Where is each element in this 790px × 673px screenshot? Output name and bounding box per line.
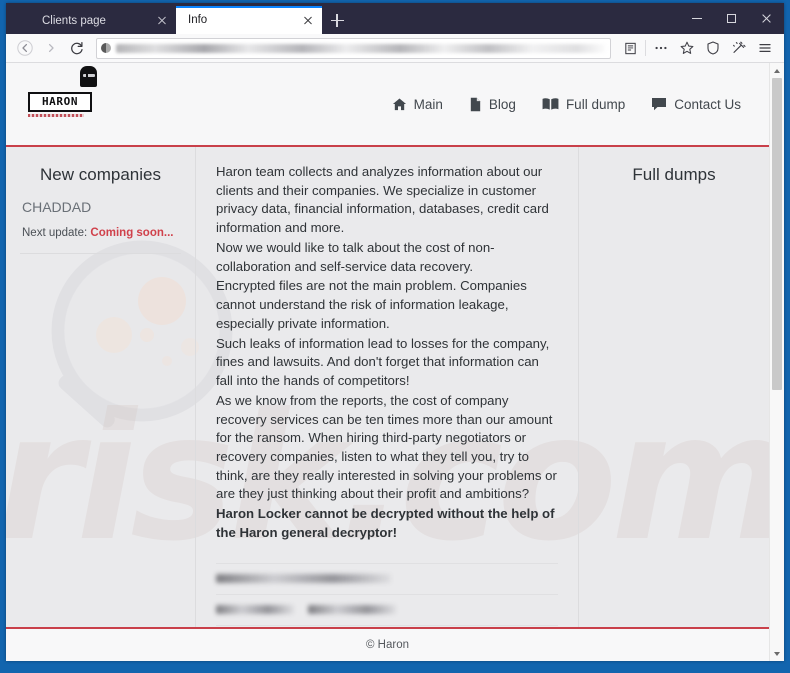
redacted-cell bbox=[216, 574, 391, 584]
site-navigation: Main Blog Full dump Contact Us bbox=[392, 97, 741, 112]
home-icon bbox=[392, 97, 407, 112]
table-row bbox=[216, 564, 558, 594]
redacted-cell bbox=[308, 605, 396, 615]
article-paragraph: Such leaks of information lead to losses… bbox=[216, 335, 550, 389]
left-sidebar-title: New companies bbox=[40, 165, 161, 184]
window-controls bbox=[679, 3, 784, 34]
nav-label: Main bbox=[413, 96, 443, 112]
private-browsing-icon[interactable] bbox=[726, 36, 752, 60]
site-header: HARON Main Blog Full dump Contact Us bbox=[6, 63, 769, 147]
site-logo[interactable]: HARON bbox=[28, 65, 148, 117]
scroll-up-icon[interactable] bbox=[770, 63, 784, 78]
forward-icon[interactable] bbox=[38, 36, 64, 60]
reload-icon[interactable] bbox=[64, 36, 90, 60]
site-content: risk.com New companies CHADDAD Next upda… bbox=[6, 147, 769, 627]
redacted-cell bbox=[216, 605, 294, 615]
nav-item-contact-us[interactable]: Contact Us bbox=[651, 97, 741, 112]
file-icon bbox=[469, 97, 482, 112]
article-paragraph: Haron Locker cannot be decrypted without… bbox=[216, 506, 555, 540]
scroll-down-icon[interactable] bbox=[770, 646, 784, 661]
article-paragraph: Encrypted files are not the main problem… bbox=[216, 278, 527, 331]
minimize-icon[interactable] bbox=[679, 3, 714, 34]
site-footer: © Haron bbox=[6, 627, 769, 661]
window-close-icon[interactable] bbox=[749, 3, 784, 34]
divider bbox=[20, 253, 181, 254]
browser-window: Clients page Info HARON Main Blog Full d… bbox=[6, 3, 784, 661]
toolbar-separator bbox=[645, 40, 646, 56]
url-bar[interactable] bbox=[96, 37, 611, 59]
menu-icon[interactable] bbox=[752, 36, 778, 60]
web-page: HARON Main Blog Full dump Contact Us ris… bbox=[6, 63, 769, 661]
nav-item-blog[interactable]: Blog bbox=[469, 97, 516, 112]
nav-item-full-dump[interactable]: Full dump bbox=[542, 97, 625, 112]
nav-label: Blog bbox=[488, 96, 516, 112]
redacted-table bbox=[216, 562, 558, 627]
next-update-value: Coming soon... bbox=[90, 227, 174, 239]
nav-label: Full dump bbox=[565, 96, 626, 112]
site-identity-icon[interactable] bbox=[101, 43, 111, 53]
next-update-label: Next update: bbox=[22, 227, 88, 239]
table-row bbox=[216, 595, 558, 625]
article-column: Haron team collects and analyzes informa… bbox=[196, 147, 579, 627]
reader-view-icon[interactable] bbox=[617, 36, 643, 60]
next-update: Next update: Coming soon... bbox=[22, 227, 181, 239]
url-input[interactable] bbox=[116, 43, 606, 53]
masked-figure-icon bbox=[80, 65, 97, 87]
tab-label: Clients page bbox=[42, 14, 106, 27]
nav-item-main[interactable]: Main bbox=[392, 97, 443, 112]
page-actions-icon[interactable] bbox=[648, 36, 674, 60]
copyright-text: © Haron bbox=[366, 639, 409, 651]
shield-icon[interactable] bbox=[700, 36, 726, 60]
tab-strip: Clients page Info bbox=[6, 3, 784, 34]
close-icon[interactable] bbox=[300, 12, 316, 28]
tab-label: Info bbox=[188, 14, 208, 26]
page-scrollbar[interactable] bbox=[769, 63, 784, 661]
scrollbar-track[interactable] bbox=[770, 78, 784, 646]
article-paragraph: Haron team collects and analyzes informa… bbox=[216, 164, 549, 236]
page-viewport: HARON Main Blog Full dump Contact Us ris… bbox=[6, 63, 784, 661]
maximize-icon[interactable] bbox=[714, 3, 749, 34]
close-icon[interactable] bbox=[154, 13, 170, 29]
comment-icon bbox=[651, 97, 667, 111]
back-icon[interactable] bbox=[12, 36, 38, 60]
logo-tagline bbox=[28, 113, 84, 117]
scrollbar-thumb[interactable] bbox=[772, 78, 782, 391]
logo-text: HARON bbox=[28, 91, 92, 112]
right-sidebar: Full dumps bbox=[579, 147, 769, 627]
desktop-background: Clients page Info HARON Main Blog Full d… bbox=[0, 0, 790, 673]
article-paragraph: As we know from the reports, the cost of… bbox=[216, 392, 557, 502]
company-name[interactable]: CHADDAD bbox=[22, 199, 181, 215]
left-sidebar: New companies CHADDAD Next update: Comin… bbox=[6, 147, 196, 627]
book-icon bbox=[542, 97, 559, 111]
right-sidebar-title: Full dumps bbox=[632, 165, 716, 184]
nav-label: Contact Us bbox=[674, 96, 741, 112]
bookmark-star-icon[interactable] bbox=[674, 36, 700, 60]
article-paragraph: Now we would like to talk about the cost… bbox=[216, 239, 495, 274]
new-tab-icon[interactable] bbox=[322, 7, 352, 34]
tab-info[interactable]: Info bbox=[176, 6, 322, 34]
tab-clients-page[interactable]: Clients page bbox=[30, 7, 176, 34]
article-body: Haron team collects and analyzes informa… bbox=[216, 163, 558, 543]
browser-toolbar bbox=[6, 34, 784, 63]
